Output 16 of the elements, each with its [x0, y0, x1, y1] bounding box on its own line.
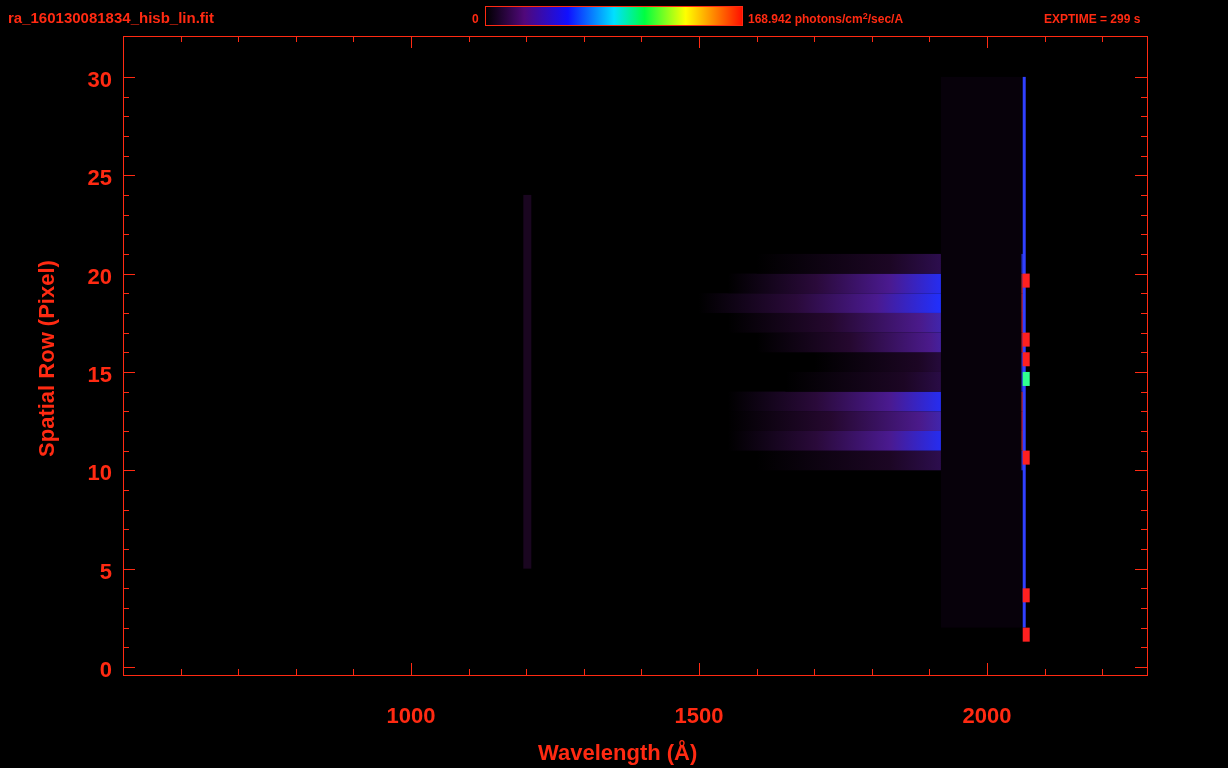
colorbar-min-label: 0 [472, 11, 479, 28]
x-tick-label: 1000 [385, 702, 437, 730]
y-tick-label: 20 [86, 262, 112, 291]
y-tick-label: 15 [86, 360, 112, 389]
file-name: ra_160130081834_hisb_lin.fit [8, 8, 214, 28]
colorbar-max-label: 168.942 photons/cm$^{2}$/sec/A [748, 10, 904, 28]
x-axis-label: Wavelength (Å) [538, 739, 698, 767]
x-tick-label: 2000 [961, 702, 1013, 730]
y-tick-label: 5 [98, 557, 112, 586]
y-tick-label: 0 [98, 656, 112, 684]
exposure-time: EXPTIME = 299 s [1044, 11, 1141, 28]
y-tick-label: 30 [86, 65, 112, 94]
y-tick-label: 25 [86, 164, 112, 193]
y-axis-label: Spatial Row (Pixel) [32, 259, 60, 459]
y-tick-label: 10 [86, 459, 112, 488]
x-tick-label: 1500 [673, 702, 725, 730]
